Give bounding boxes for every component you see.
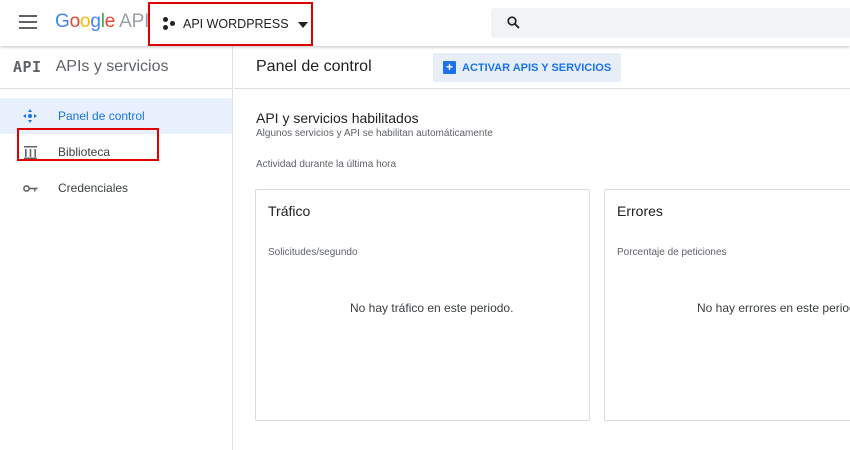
logo-letter: G (55, 11, 70, 32)
enable-apis-label: ACTIVAR APIS Y SERVICIOS (462, 61, 612, 74)
activity-label: Actividad durante la última hora (256, 159, 397, 170)
card-empty-message: No hay tráfico en este periodo. (350, 301, 514, 315)
project-icon (163, 17, 177, 31)
logo-letter: o (69, 11, 81, 32)
top-bar: Google APIs API WORDPRESS (0, 0, 850, 46)
search-input[interactable] (531, 8, 831, 38)
card-subtitle: Solicitudes/segundo (268, 247, 358, 258)
sidebar-item-biblioteca[interactable]: Biblioteca (0, 134, 232, 170)
project-selector[interactable]: API WORDPRESS (148, 2, 313, 46)
sidebar-header: API APIs y servicios (0, 46, 232, 89)
card-empty-message: No hay errores en este periodo. (697, 301, 850, 315)
sidebar-nav: Panel de control Biblioteca Credenciales (0, 98, 232, 206)
card-title: Tráfico (268, 203, 311, 219)
sidebar-item-label: Panel de control (58, 109, 145, 123)
logo-letter: o (79, 11, 91, 32)
project-name: API WORDPRESS (183, 17, 289, 31)
search-icon (507, 16, 520, 29)
key-icon (0, 184, 58, 193)
card-subtitle: Porcentaje de peticiones (617, 247, 727, 258)
sidebar-title: APIs y servicios (55, 58, 169, 75)
sidebar-item-label: Credenciales (58, 181, 129, 195)
google-apis-logo[interactable]: Google APIs (55, 11, 159, 33)
enable-apis-button[interactable]: + ACTIVAR APIS Y SERVICIOS (433, 53, 622, 82)
sidebar-item-credenciales[interactable]: Credenciales (0, 170, 232, 206)
menu-icon[interactable] (19, 15, 37, 29)
library-icon (0, 145, 58, 159)
search-bar[interactable] (491, 8, 850, 38)
main-content: Panel de control + ACTIVAR APIS Y SERVIC… (234, 46, 850, 450)
api-icon: API (13, 58, 42, 76)
sidebar-item-label: Biblioteca (58, 145, 111, 159)
card-title: Errores (617, 203, 663, 219)
plus-icon: + (443, 61, 456, 74)
traffic-card: Tráfico Solicitudes/segundo No hay tráfi… (255, 189, 590, 421)
errors-card: Errores Porcentaje de peticiones No hay … (604, 189, 850, 421)
dashboard-icon (0, 109, 58, 123)
logo-letter: e (104, 11, 116, 32)
page-title: Panel de control (256, 58, 372, 75)
chevron-down-icon (297, 22, 308, 28)
section-subtitle: Algunos servicios y API se habilitan aut… (256, 128, 493, 139)
logo-letter: g (90, 11, 101, 32)
sidebar-item-panel-de-control[interactable]: Panel de control (0, 98, 232, 134)
section-title: API y servicios habilitados (256, 110, 419, 126)
sidebar: API APIs y servicios Panel de control Bi… (0, 46, 233, 450)
